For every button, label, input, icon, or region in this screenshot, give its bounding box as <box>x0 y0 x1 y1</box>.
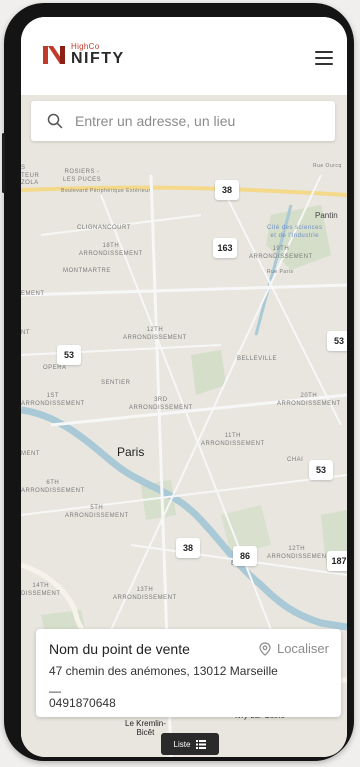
location-pin-icon <box>259 641 271 656</box>
logo-mark-icon <box>43 44 65 66</box>
map-label: 12TH ARRONDISSEMEN <box>267 546 327 560</box>
phone-frame: S TEUR ZOLA ROSIERS - LES PUCES Boulevar… <box>2 3 354 761</box>
map-label-paris: Paris <box>117 445 145 459</box>
cluster-marker[interactable]: 163 <box>213 238 237 258</box>
cluster-marker[interactable]: 53 <box>327 331 347 351</box>
logo-big-text: NIFTY <box>71 50 125 67</box>
map-label: MONTMARTRE <box>63 268 111 274</box>
list-button-label: Liste <box>173 739 191 749</box>
map-label: CLIGNANCOURT <box>77 225 131 231</box>
map-label: 19TH ARRONDISSEMENT <box>249 246 313 260</box>
app-logo[interactable]: HighCo NIFTY <box>43 39 125 71</box>
map-label: OPERA <box>43 365 67 371</box>
map-label: 6TH ARRONDISSEMENT <box>21 480 85 494</box>
localiser-button[interactable]: Localiser <box>259 641 329 656</box>
map-label: 20TH ARRONDISSEMENT <box>277 393 341 407</box>
card-phone[interactable]: 0491870648 <box>49 696 116 710</box>
map-label: 11TH ARRONDISSEMENT <box>201 433 265 447</box>
search-icon <box>47 113 63 129</box>
cluster-marker[interactable]: 53 <box>309 460 333 480</box>
list-view-button[interactable]: Liste <box>161 733 219 755</box>
card-title: Nom du point de vente <box>49 641 190 657</box>
map-label: 18TH ARRONDISSEMENT <box>79 243 143 257</box>
hamburger-icon[interactable] <box>315 51 333 65</box>
search-bar <box>31 101 335 141</box>
map-label: Boulevard Périphérique Extérieur <box>61 188 151 194</box>
cluster-marker[interactable]: 38 <box>215 180 239 200</box>
localiser-label: Localiser <box>276 641 329 656</box>
map-label: Rue Ourcq <box>313 163 342 169</box>
map-label: Rue Paris <box>267 269 294 275</box>
search-input[interactable] <box>73 112 307 130</box>
map-label: 3RD ARRONDISSEMENT <box>129 397 193 411</box>
map-label: NT <box>21 330 30 336</box>
map-label: BELLEVILLE <box>237 356 278 362</box>
map-label: ROSIERS - LES PUCES <box>63 169 102 183</box>
list-icon <box>196 739 207 749</box>
map-label: 12TH ARRONDISSEMENT <box>123 327 187 341</box>
map-label: CHAI <box>287 457 304 463</box>
cluster-marker[interactable]: 86 <box>233 546 257 566</box>
card-address: 47 chemin des anémones, 13012 Marseille <box>49 664 278 678</box>
map-label: 1ST ARRONDISSEMENT <box>21 393 85 407</box>
map-label: MENT <box>21 451 40 457</box>
cluster-marker[interactable]: 187 <box>327 551 347 571</box>
app-screen: S TEUR ZOLA ROSIERS - LES PUCES Boulevar… <box>21 17 347 757</box>
map-label: EMENT <box>21 291 45 297</box>
map-label: Pantin <box>315 211 338 220</box>
map-label: S TEUR ZOLA <box>21 165 40 186</box>
point-of-sale-card[interactable]: Nom du point de vente Localiser 47 chemi… <box>36 629 341 717</box>
map-label: 5TH ARRONDISSEMENT <box>65 505 129 519</box>
cluster-marker[interactable]: 53 <box>57 345 81 365</box>
cluster-marker[interactable]: 38 <box>176 538 200 558</box>
map-label: 13TH ARRONDISSEMENT <box>113 587 177 601</box>
map-label: Cité des sciences et de l'industrie <box>267 225 323 239</box>
app-header: HighCo NIFTY <box>21 17 347 95</box>
map-label: Le Kremlin- Bicêt <box>125 719 166 738</box>
map-label: 14TH DISSEMENT <box>21 583 61 597</box>
map-label: SENTIER <box>101 380 131 386</box>
